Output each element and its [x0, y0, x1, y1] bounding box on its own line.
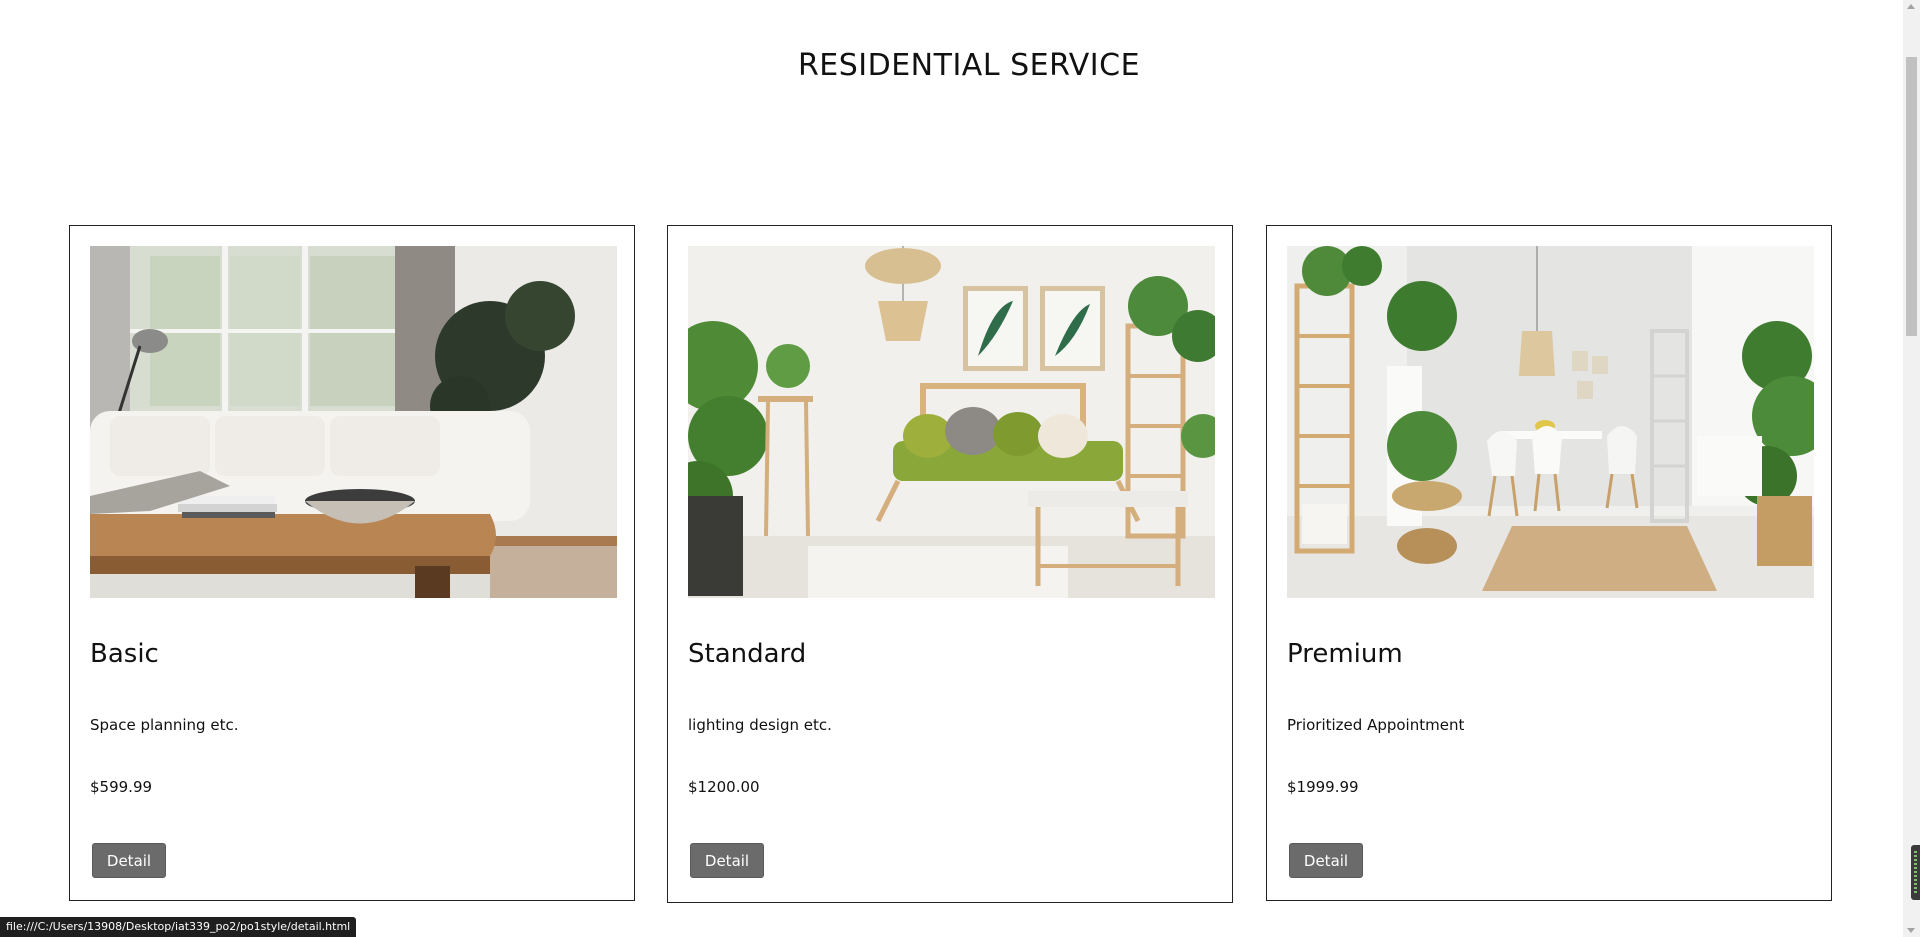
living-room-image — [90, 246, 617, 598]
living-room-image — [688, 246, 1215, 598]
card-description: Prioritized Appointment — [1287, 716, 1465, 734]
card-price: $1999.99 — [1287, 778, 1359, 796]
dining-room-photo — [1287, 246, 1814, 598]
side-panel-handle[interactable] — [1911, 845, 1920, 900]
page-title: RESIDENTIAL SERVICE — [797, 48, 1141, 83]
vertical-scrollbar[interactable] — [1903, 0, 1920, 937]
page: RESIDENTIAL SERVICE Basic Space planning… — [0, 0, 1920, 937]
service-card-premium: Premium Prioritized Appointment $1999.99… — [1266, 225, 1832, 901]
scroll-down-arrow-icon[interactable] — [1907, 928, 1915, 933]
service-card-basic: Basic Space planning etc. $599.99 Detail — [69, 225, 635, 901]
service-card-standard: Standard lighting design etc. $1200.00 D… — [667, 225, 1233, 903]
dining-room-image — [1287, 246, 1814, 598]
scroll-thumb[interactable] — [1906, 57, 1917, 336]
card-title: Premium — [1287, 639, 1403, 669]
card-title: Basic — [90, 639, 159, 669]
card-price: $599.99 — [90, 778, 153, 796]
handle-grip-icon — [1914, 851, 1917, 893]
scroll-up-arrow-icon[interactable] — [1907, 4, 1915, 9]
status-bar-url: file:///C:/Users/13908/Desktop/iat339_po… — [0, 917, 357, 937]
living-room-photo — [688, 246, 1215, 598]
card-title: Standard — [688, 639, 807, 669]
detail-button-premium[interactable]: Detail — [1289, 843, 1363, 878]
card-price: $1200.00 — [688, 778, 760, 796]
detail-button-standard[interactable]: Detail — [690, 843, 764, 878]
card-description: Space planning etc. — [90, 716, 239, 734]
detail-button-basic[interactable]: Detail — [92, 843, 166, 878]
card-description: lighting design etc. — [688, 716, 832, 734]
living-room-photo — [90, 246, 617, 598]
